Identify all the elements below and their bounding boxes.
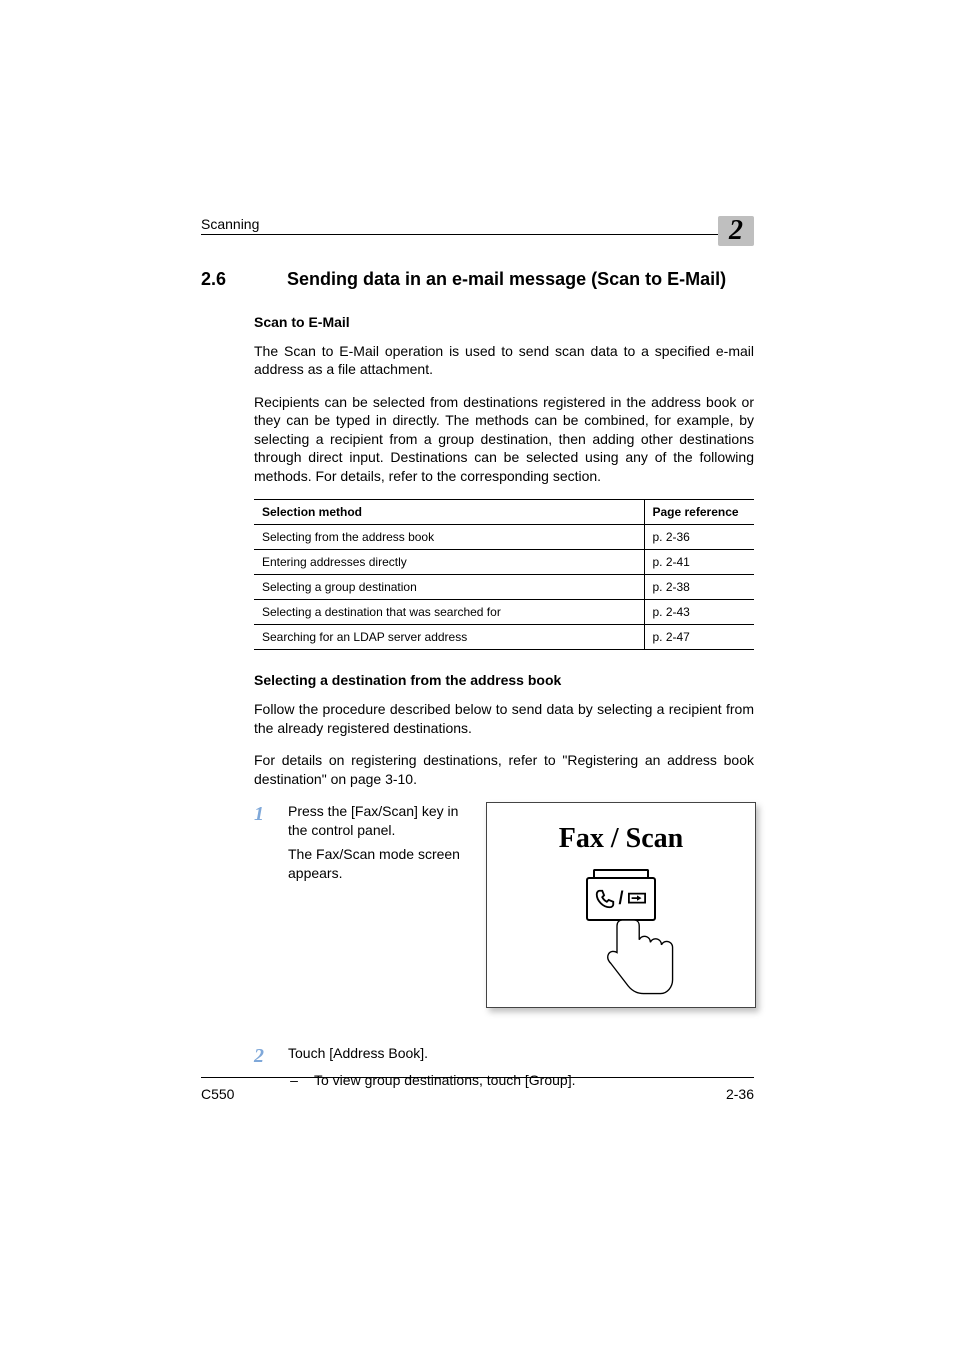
table-cell-method: Selecting a group destination [254, 575, 644, 600]
table-cell-page: p. 2-41 [644, 550, 754, 575]
page-footer: C550 2-36 [201, 1077, 754, 1102]
step-1-subtext: The Fax/Scan mode screen appears. [288, 845, 464, 882]
table-cell-method: Entering addresses directly [254, 550, 644, 575]
body-paragraph: Follow the procedure described below to … [254, 700, 754, 737]
section-title: Sending data in an e-mail message (Scan … [287, 269, 726, 290]
table-row: Selecting a group destination p. 2-38 [254, 575, 754, 600]
chapter-number-badge: 2 [718, 216, 754, 246]
illustration-title: Fax / Scan [487, 821, 755, 858]
table-row: Searching for an LDAP server address p. … [254, 625, 754, 650]
phone-icon [594, 888, 616, 910]
running-header: Scanning 2 [201, 210, 754, 235]
table-header-method: Selection method [254, 500, 644, 525]
table-cell-page: p. 2-43 [644, 600, 754, 625]
hand-pointer-icon [605, 915, 695, 1005]
table-cell-page: p. 2-36 [644, 525, 754, 550]
subheading-scan-to-email: Scan to E-Mail [254, 314, 754, 330]
running-header-text: Scanning [201, 216, 259, 232]
footer-page-number: 2-36 [726, 1086, 754, 1102]
table-row: Selecting from the address book p. 2-36 [254, 525, 754, 550]
section-number: 2.6 [201, 269, 287, 290]
step-1-text: Press the [Fax/Scan] key in the control … [288, 802, 464, 839]
body-paragraph: Recipients can be selected from destinat… [254, 393, 754, 485]
selection-method-table: Selection method Page reference Selectin… [254, 499, 754, 650]
slash-icon: / [618, 887, 623, 911]
step-number-1: 1 [254, 802, 288, 1008]
table-header-page: Page reference [644, 500, 754, 525]
footer-model: C550 [201, 1086, 234, 1102]
table-cell-method: Searching for an LDAP server address [254, 625, 644, 650]
fax-scan-illustration: Fax / Scan / [486, 802, 756, 1008]
table-row: Selecting a destination that was searche… [254, 600, 754, 625]
body-paragraph: The Scan to E-Mail operation is used to … [254, 342, 754, 379]
table-cell-page: p. 2-47 [644, 625, 754, 650]
subheading-selecting-destination: Selecting a destination from the address… [254, 672, 754, 688]
table-cell-method: Selecting from the address book [254, 525, 644, 550]
table-row: Entering addresses directly p. 2-41 [254, 550, 754, 575]
table-cell-page: p. 2-38 [644, 575, 754, 600]
body-paragraph: For details on registering destinations,… [254, 751, 754, 788]
table-cell-method: Selecting a destination that was searche… [254, 600, 644, 625]
step-2-text: Touch [Address Book]. [288, 1044, 754, 1062]
scan-arrow-icon [626, 890, 648, 908]
